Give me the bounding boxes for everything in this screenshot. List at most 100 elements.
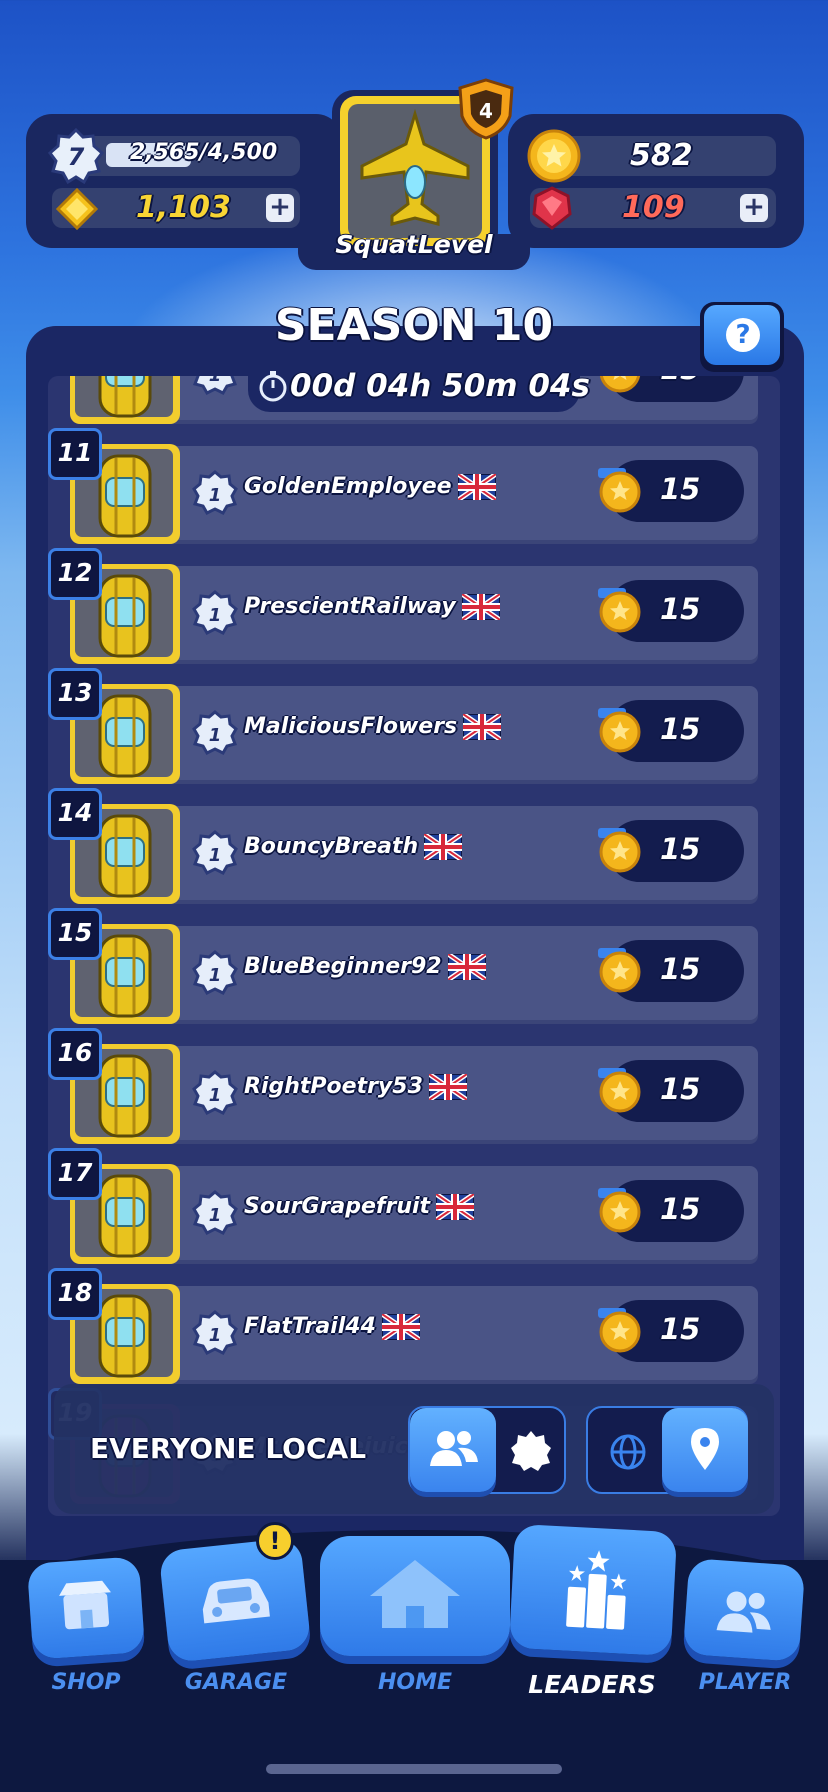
row-player-name-text: PrescientRailway [244, 594, 456, 619]
nav-player-label[interactable]: PLAYER [690, 1670, 800, 1695]
shop-icon [59, 1580, 111, 1630]
leaderboard-row[interactable]: 12 1 PrescientRailway 15 [48, 548, 760, 670]
nav-home-label[interactable]: HOME [350, 1670, 480, 1695]
row-player-name[interactable]: BouncyBreath [244, 834, 463, 860]
leaderboard-row[interactable]: 14 1 BouncyBreath 15 [48, 788, 760, 910]
ruby-icon [532, 186, 572, 230]
rank-badge: 18 [48, 1268, 102, 1320]
coin-icon [527, 129, 581, 183]
uk-flag-icon [381, 1314, 420, 1340]
leaderboard-row[interactable]: 17 1 SourGrapefruit 15 [48, 1148, 760, 1270]
rank-badge: 15 [48, 908, 102, 960]
help-button-face: ? [704, 305, 780, 365]
row-level: 1 [209, 1085, 222, 1106]
leaderboard-row[interactable]: 16 1 RightPoetry53 15 [48, 1028, 760, 1150]
leaderboard-row[interactable]: 15 1 BlueBeginner92 15 [48, 908, 760, 1030]
coin-icon [598, 1068, 641, 1113]
row-player-name[interactable]: RightPoetry53 [244, 1074, 467, 1100]
row-level: 1 [209, 1205, 222, 1226]
level-badge-icon: 1 [192, 1190, 238, 1235]
help-button[interactable]: ? [700, 302, 784, 372]
level-badge-icon: 1 [192, 1310, 238, 1355]
shop-button[interactable] [26, 1556, 146, 1660]
row-score: 15 [660, 712, 701, 746]
leaderboard-row[interactable]: 18 1 FlatTrail44 15 [48, 1268, 760, 1390]
row-level: 1 [209, 605, 222, 626]
globe-icon[interactable] [608, 1432, 648, 1472]
row-player-name-text: BouncyBreath [244, 834, 419, 859]
players-icon [716, 1591, 771, 1633]
add-gold-button[interactable]: + [266, 194, 294, 222]
uk-flag-icon [424, 834, 463, 860]
filter-label: EVERYONE LOCAL [90, 1432, 367, 1465]
level-badge-icon: 1 [192, 710, 238, 755]
home-icon [370, 1560, 460, 1628]
row-score: 15 [660, 592, 701, 626]
leaderboard-row[interactable]: 13 1 MaliciousFlowers 15 [48, 668, 760, 790]
coin-icon [599, 376, 641, 393]
row-level: 1 [209, 845, 222, 866]
xp-current: 2,565 [130, 140, 200, 165]
gold-amount: 1,103 [136, 190, 231, 225]
row-level: 1 [209, 965, 222, 986]
garage-alert-badge: ! [256, 1522, 294, 1560]
level-badge-icon: 1 [192, 950, 238, 995]
car-icon [98, 376, 152, 418]
rank-badge: 13 [48, 668, 102, 720]
row-player-name[interactable]: FlatTrail44 [244, 1314, 420, 1340]
row-score: 15 [660, 1192, 701, 1226]
row-player-name-text: SourGrapefruit [244, 1194, 431, 1219]
leaderboard-row[interactable]: 11 1 GoldenEmployee 15 [48, 428, 760, 550]
uk-flag-icon [457, 474, 496, 500]
level-badge-icon: 1 [192, 830, 238, 875]
friends-everyone-toggle[interactable] [408, 1406, 566, 1494]
uk-flag-icon [428, 1074, 467, 1100]
row-score: 15 [660, 376, 700, 386]
location-pin-icon [691, 1428, 719, 1470]
nav-garage-label[interactable]: GARAGE [176, 1670, 296, 1695]
row-player-name[interactable]: GoldenEmployee [244, 474, 496, 500]
player-car-thumbnail [70, 376, 180, 424]
region-toggle[interactable] [586, 1406, 748, 1494]
row-score: 15 [660, 1072, 701, 1106]
player-button[interactable] [682, 1558, 806, 1662]
local-filter-button[interactable] [662, 1408, 748, 1492]
uk-flag-icon [436, 1194, 475, 1220]
coin-icon [598, 948, 641, 993]
rank-badge: 11 [48, 428, 102, 480]
podium-icon [566, 1550, 627, 1630]
row-player-name[interactable]: MaliciousFlowers [244, 714, 502, 740]
row-player-name-text: BlueBeginner92 [244, 954, 442, 979]
uk-flag-icon [463, 714, 502, 740]
leaderboard-list[interactable]: 10 1 GreenMailbox 15 [48, 376, 780, 1516]
uk-flag-icon [447, 954, 486, 980]
xp-max: 4,500 [207, 140, 278, 165]
row-score: 15 [660, 472, 701, 506]
gear-icon[interactable] [510, 1430, 552, 1472]
friends-filter-button[interactable] [410, 1408, 496, 1492]
coin-icon [598, 708, 641, 753]
garage-button[interactable] [158, 1536, 312, 1664]
level-badge-icon: 1 [192, 1070, 238, 1115]
leaders-button[interactable] [508, 1523, 678, 1657]
nav-shop-label[interactable]: SHOP [40, 1670, 132, 1695]
row-player-name[interactable]: PrescientRailway [244, 594, 500, 620]
nav-leaders-label[interactable]: LEADERS [522, 1670, 662, 1699]
rank-badge: 12 [48, 548, 102, 600]
row-player-name[interactable]: SourGrapefruit [244, 1194, 475, 1220]
row-score: 15 [660, 832, 701, 866]
season-timer: 00d 04h 50m 04s [256, 368, 590, 404]
level-badge-icon: 1 [193, 376, 237, 395]
rank-badge: 14 [48, 788, 102, 840]
home-button[interactable] [320, 1536, 510, 1656]
row-score: 15 [660, 952, 701, 986]
row-level: 1 [209, 725, 222, 746]
level-badge-icon: 1 [192, 470, 238, 515]
add-gems-button[interactable]: + [740, 194, 768, 222]
player-level: 7 [68, 143, 85, 171]
gold-gem-icon [56, 188, 98, 230]
row-player-name[interactable]: BlueBeginner92 [244, 954, 486, 980]
level-badge-icon[interactable]: 7 [48, 128, 104, 184]
row-player-name-text: MaliciousFlowers [244, 714, 458, 739]
friends-icon [430, 1431, 478, 1466]
